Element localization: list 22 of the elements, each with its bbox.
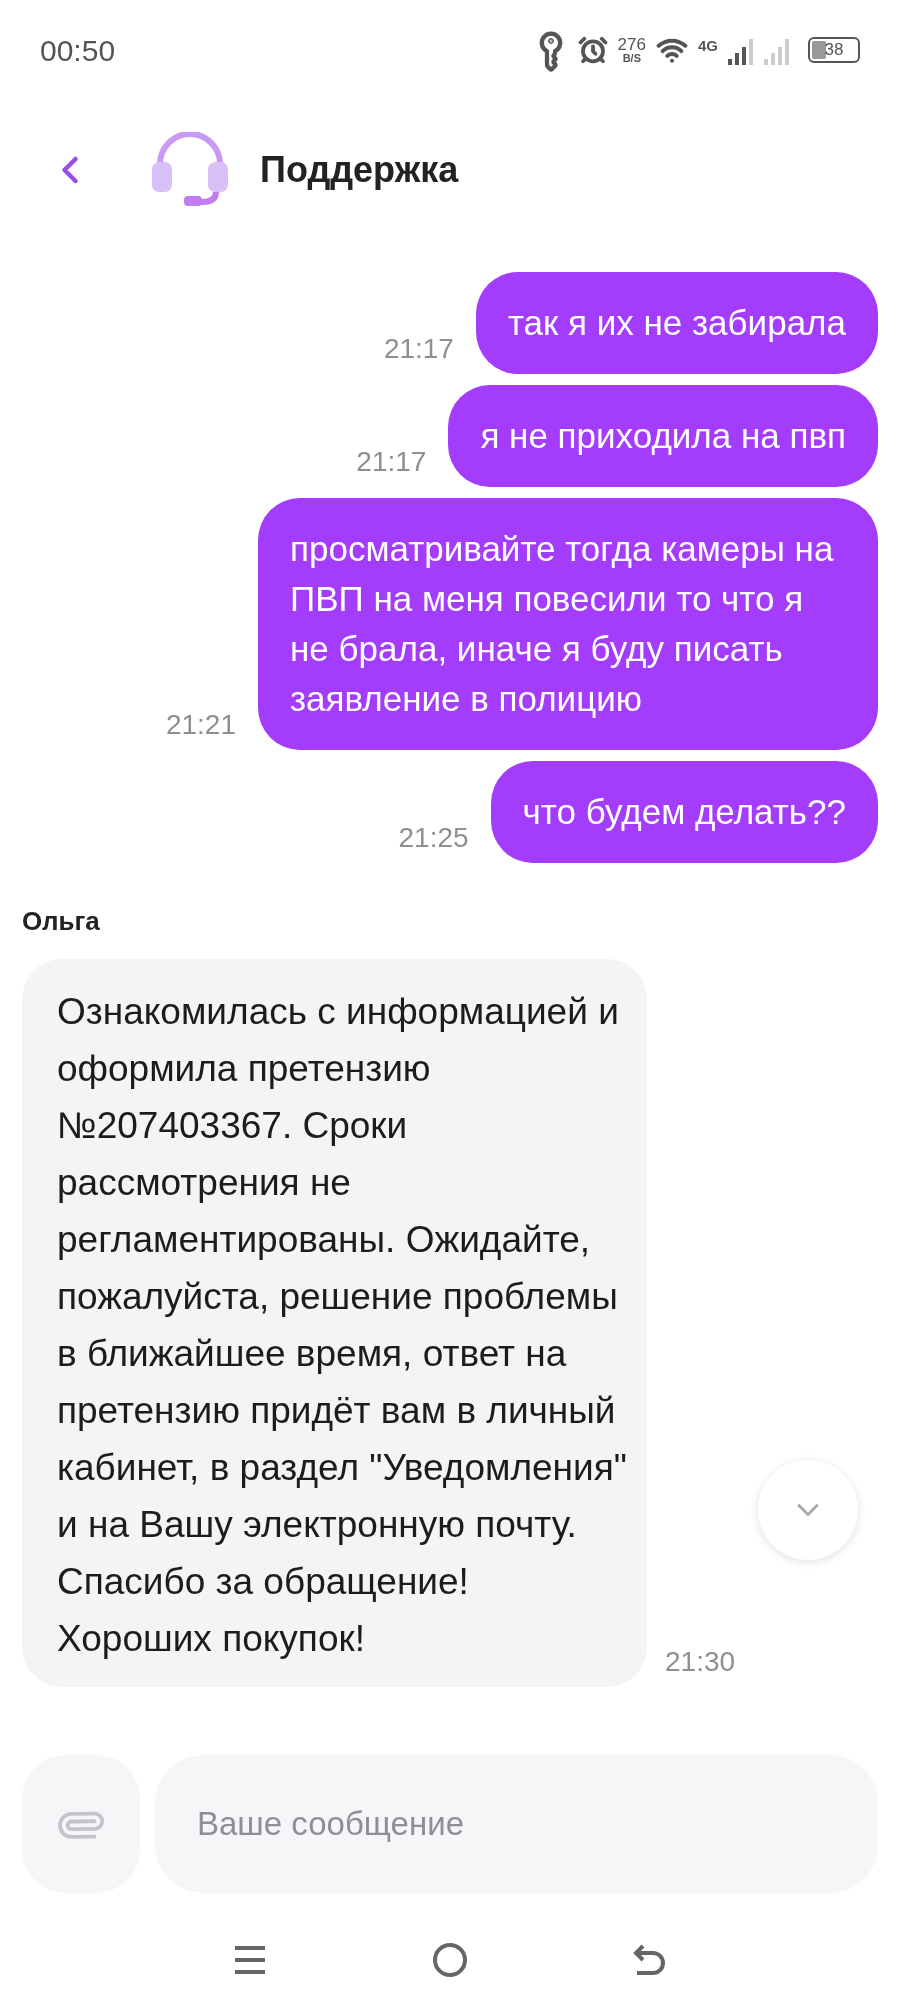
- home-icon[interactable]: [432, 1942, 468, 1978]
- message-time: 21:21: [165, 708, 236, 742]
- message-input[interactable]: Ваше сообщение: [155, 1755, 878, 1893]
- message-bubble: Ознакомилась с информацией и оформила претензию №207403367. Сроки рассмотрения не регламентированы. Ожидайте, пожалуйста, решение проблемы в ближайшее время, ответ на претензию придёт вам в личный кабинет, в раздел "Уведомления" и на Вашу электронную почту. Спасибо за обращение! Хороших покупок!: [22, 959, 647, 1687]
- message-bubble: я не приходила на пвп: [448, 385, 878, 487]
- menu-icon[interactable]: [232, 1943, 267, 1977]
- message-time: 21:25: [398, 821, 469, 855]
- network-type: 4G: [698, 36, 718, 56]
- message-time: 21:30: [665, 1645, 736, 1679]
- message-bubble: что будем делать??: [490, 761, 878, 863]
- sender-name: Ольга: [22, 905, 101, 938]
- chat-title: Поддержка: [260, 148, 459, 192]
- network-speed: 276: [617, 36, 646, 53]
- message-time: 21:17: [356, 445, 427, 479]
- message-bubble: так я их не забирала: [475, 272, 878, 374]
- clock-time: 00:50: [40, 32, 116, 69]
- headset-icon: [150, 132, 230, 208]
- back-nav-icon[interactable]: [633, 1943, 668, 1977]
- alarm-icon: [577, 35, 608, 65]
- message-time: 21:17: [383, 332, 454, 366]
- speed-unit: B/S: [622, 53, 641, 64]
- message-bubble: просматривайте тогда камеры на ПВП на меня повесили то что я не брала, иначе я буду писать заявление в полицию: [258, 498, 878, 750]
